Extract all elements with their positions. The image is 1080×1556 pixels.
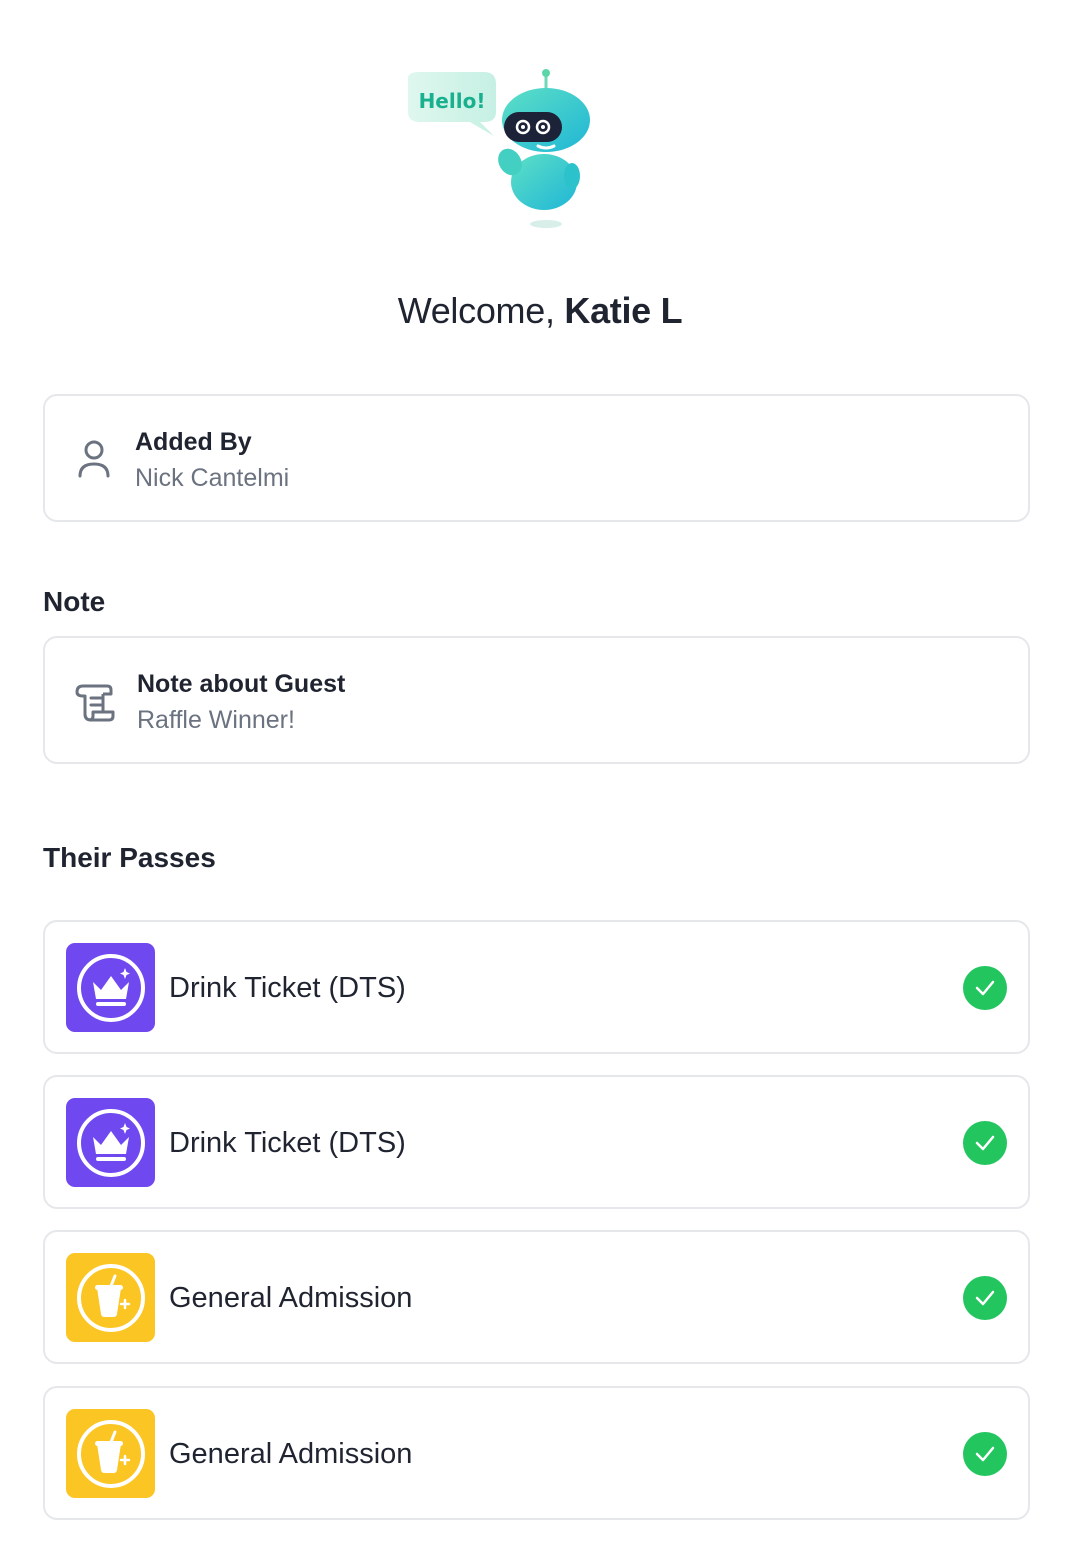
pass-name: Drink Ticket (DTS) [169, 1127, 406, 1159]
note-title: Note about Guest [137, 670, 346, 698]
note-card: Note about Guest Raffle Winner! [43, 636, 1030, 764]
note-value: Raffle Winner! [137, 706, 295, 734]
check-icon [963, 1276, 1007, 1320]
check-icon [963, 1432, 1007, 1476]
note-section-heading: Note [43, 586, 106, 617]
welcome-heading: Welcome, Katie L [0, 290, 1080, 332]
pass-badge [66, 943, 155, 1032]
crown-icon [76, 1108, 145, 1177]
hello-bubble-text: Hello! [419, 89, 486, 113]
pass-card[interactable]: Drink Ticket (DTS) [43, 920, 1030, 1054]
check-icon [963, 1121, 1007, 1165]
added-by-label: Added By [135, 428, 252, 456]
robot-mascot-illustration: Hello! [408, 69, 590, 228]
pass-name: General Admission [169, 1438, 413, 1470]
pass-name: General Admission [169, 1282, 413, 1314]
pass-card[interactable]: General Admission [43, 1230, 1030, 1364]
drink-cup-icon [76, 1419, 145, 1488]
user-icon [78, 440, 110, 478]
welcome-prefix: Welcome, [397, 290, 565, 331]
guest-page: Hello! Welcome, Katie L Added By Nick Ca… [0, 0, 1080, 1556]
pass-badge [66, 1409, 155, 1498]
added-by-card: Added By Nick Cantelmi [43, 394, 1030, 522]
crown-icon [76, 953, 145, 1022]
pass-badge [66, 1098, 155, 1187]
pass-name: Drink Ticket (DTS) [169, 972, 406, 1004]
pass-card[interactable]: Drink Ticket (DTS) [43, 1075, 1030, 1209]
scroll-icon [75, 684, 115, 722]
pass-badge [66, 1253, 155, 1342]
added-by-value: Nick Cantelmi [135, 464, 290, 492]
drink-cup-icon [76, 1263, 145, 1332]
passes-section-heading: Their Passes [43, 842, 216, 873]
guest-name: Katie L [564, 290, 683, 331]
check-icon [963, 966, 1007, 1010]
pass-card[interactable]: General Admission [43, 1386, 1030, 1520]
